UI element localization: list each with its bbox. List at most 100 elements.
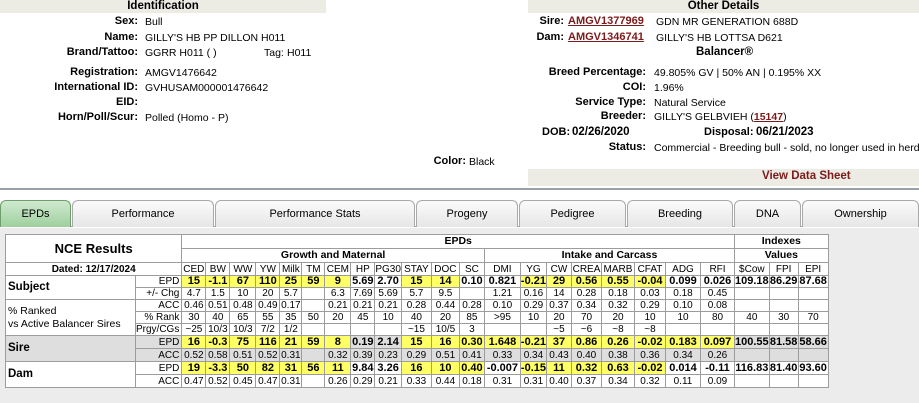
tab-epds[interactable]: EPDs — [0, 200, 71, 227]
subject-epd-cell: -0.21 — [519, 275, 548, 288]
sire-acc-cell — [768, 348, 799, 362]
sire-acc-cell — [301, 348, 326, 362]
subject-chg-cell: 9.5 — [430, 287, 460, 300]
status-label: Status: — [608, 141, 646, 153]
dam-epd-cell: 82 — [255, 361, 281, 375]
subject-rank-cell: 10 — [665, 311, 701, 324]
subject-rank-cell: 30 — [768, 311, 799, 324]
other-value: Natural Service — [654, 97, 726, 109]
subject-rank-cell: 70 — [571, 311, 602, 324]
column-header[interactable]: ADG — [665, 262, 701, 276]
dam-link[interactable]: AMGV1346741 — [568, 31, 644, 43]
column-header[interactable]: CREA — [571, 262, 602, 276]
sire-acc-cell: 0.31 — [279, 348, 303, 362]
sire-acc-cell: 0.40 — [571, 348, 602, 362]
subject-prgy-cell: ~5 — [546, 323, 572, 336]
tab-performance-stats[interactable]: Performance Stats — [215, 200, 415, 227]
dam-acc-cell: 0.32 — [634, 374, 666, 388]
growth-header: Growth and Maternal — [181, 248, 485, 263]
column-header[interactable]: HP — [350, 262, 376, 276]
column-header[interactable]: CFAT — [634, 262, 666, 276]
sire-epd-cell: 0.097 — [700, 335, 735, 349]
dam-acc-cell — [301, 374, 326, 388]
column-header[interactable]: $Cow — [734, 262, 770, 276]
tab-bar: EPDs Performance Performance Stats Proge… — [0, 200, 919, 227]
divider — [0, 188, 919, 190]
subject-epd-cell: 0.099 — [665, 275, 701, 288]
subject-epd-cell: 109.18 — [734, 275, 770, 288]
subject-epd-cell: 15 — [181, 275, 207, 288]
subject-epd-cell: 0.10 — [458, 275, 485, 288]
column-header[interactable]: MARB — [601, 262, 635, 276]
column-header[interactable]: EPI — [797, 262, 829, 276]
dam-acc-cell: 0.09 — [700, 374, 735, 388]
sire-link[interactable]: AMGV1377969 — [568, 15, 644, 27]
column-header[interactable]: PG30 — [374, 262, 402, 276]
subject-epd-cell: 86.29 — [768, 275, 799, 288]
subject-acc-cell: 0.21 — [374, 299, 402, 312]
tag-value: H011 — [287, 47, 312, 59]
subject-epd-cell: 0.55 — [601, 275, 635, 288]
dam-acc-cell — [797, 374, 829, 388]
breeder-close: ) — [783, 111, 787, 123]
column-header[interactable]: RFI — [700, 262, 735, 276]
subject-chg-cell — [768, 287, 799, 300]
tab-ownership[interactable]: Ownership — [802, 200, 919, 227]
dam-epd-cell: -0.007 — [483, 361, 521, 375]
subject-acc-cell: 0.48 — [229, 299, 257, 312]
column-header[interactable]: YG — [519, 262, 548, 276]
dam-label: Dam: — [536, 31, 564, 43]
view-data-sheet-link[interactable]: View Data Sheet — [762, 170, 851, 182]
tab-performance[interactable]: Performance — [72, 200, 214, 227]
dam-acc-cell: 0.40 — [546, 374, 572, 388]
intake-header: Intake and Carcass — [483, 248, 736, 263]
other-label: Service Type: — [575, 96, 646, 108]
subject-epd-cell: 110 — [255, 275, 281, 288]
id-label: Horn/Poll/Scur: — [57, 111, 138, 123]
column-header[interactable]: SC — [458, 262, 485, 276]
row-label: % Rank — [134, 311, 183, 324]
tab-breeding[interactable]: Breeding — [627, 200, 733, 227]
id-label: EID: — [116, 96, 138, 108]
column-header[interactable]: STAY — [400, 262, 432, 276]
id-label: Brand/Tattoo: — [66, 46, 138, 58]
subject-acc-cell: 0.28 — [458, 299, 485, 312]
dam-acc-cell: 0.47 — [255, 374, 281, 388]
header-row-1: NCE Results EPDs Indexes — [4, 234, 829, 263]
subject-epd-cell: -1.1 — [205, 275, 231, 288]
sire-acc-cell — [797, 348, 829, 362]
column-header[interactable]: DOC — [430, 262, 460, 276]
column-header[interactable]: CED — [181, 262, 207, 276]
subject-acc-cell: 0.46 — [181, 299, 207, 312]
id-value: GILLY'S HB PP DILLON H011 — [145, 32, 286, 44]
subject-chg-cell: 14 — [546, 287, 572, 300]
column-header[interactable]: DMI — [483, 262, 521, 276]
row-label: EPD — [134, 335, 183, 349]
sire-epd-cell: 8 — [324, 335, 352, 349]
sire-epd-cell: 15 — [400, 335, 432, 349]
dam-acc-cell: 0.31 — [519, 374, 548, 388]
subject-rank-cell: 80 — [700, 311, 735, 324]
breeder-link[interactable]: 15147 — [754, 111, 783, 123]
tab-pedigree[interactable]: Pedigree — [519, 200, 626, 227]
sire-epd-cell: 75 — [229, 335, 257, 349]
row-label: EPD — [134, 275, 183, 288]
id-label: Name: — [104, 31, 138, 43]
column-header[interactable]: WW — [229, 262, 257, 276]
subject-chg-cell: 20 — [255, 287, 281, 300]
column-header[interactable]: CW — [546, 262, 572, 276]
column-header[interactable]: CEM — [324, 262, 352, 276]
tab-dna[interactable]: DNA — [734, 200, 801, 227]
column-header[interactable]: YW — [255, 262, 281, 276]
column-header[interactable]: Milk — [279, 262, 303, 276]
subject-label: Subject — [5, 275, 136, 300]
dam-epd-cell: 93.60 — [797, 361, 829, 375]
column-header[interactable]: FPI — [768, 262, 799, 276]
subject-prgy-cell: ~6 — [571, 323, 602, 336]
tab-progeny[interactable]: Progeny — [416, 200, 518, 227]
dob-value: 02/26/2020 — [572, 126, 630, 138]
column-header[interactable]: BW — [205, 262, 231, 276]
column-header[interactable]: TM — [301, 262, 326, 276]
sire-epd-cell: 116 — [255, 335, 281, 349]
tag-label: Tag: — [264, 47, 284, 59]
